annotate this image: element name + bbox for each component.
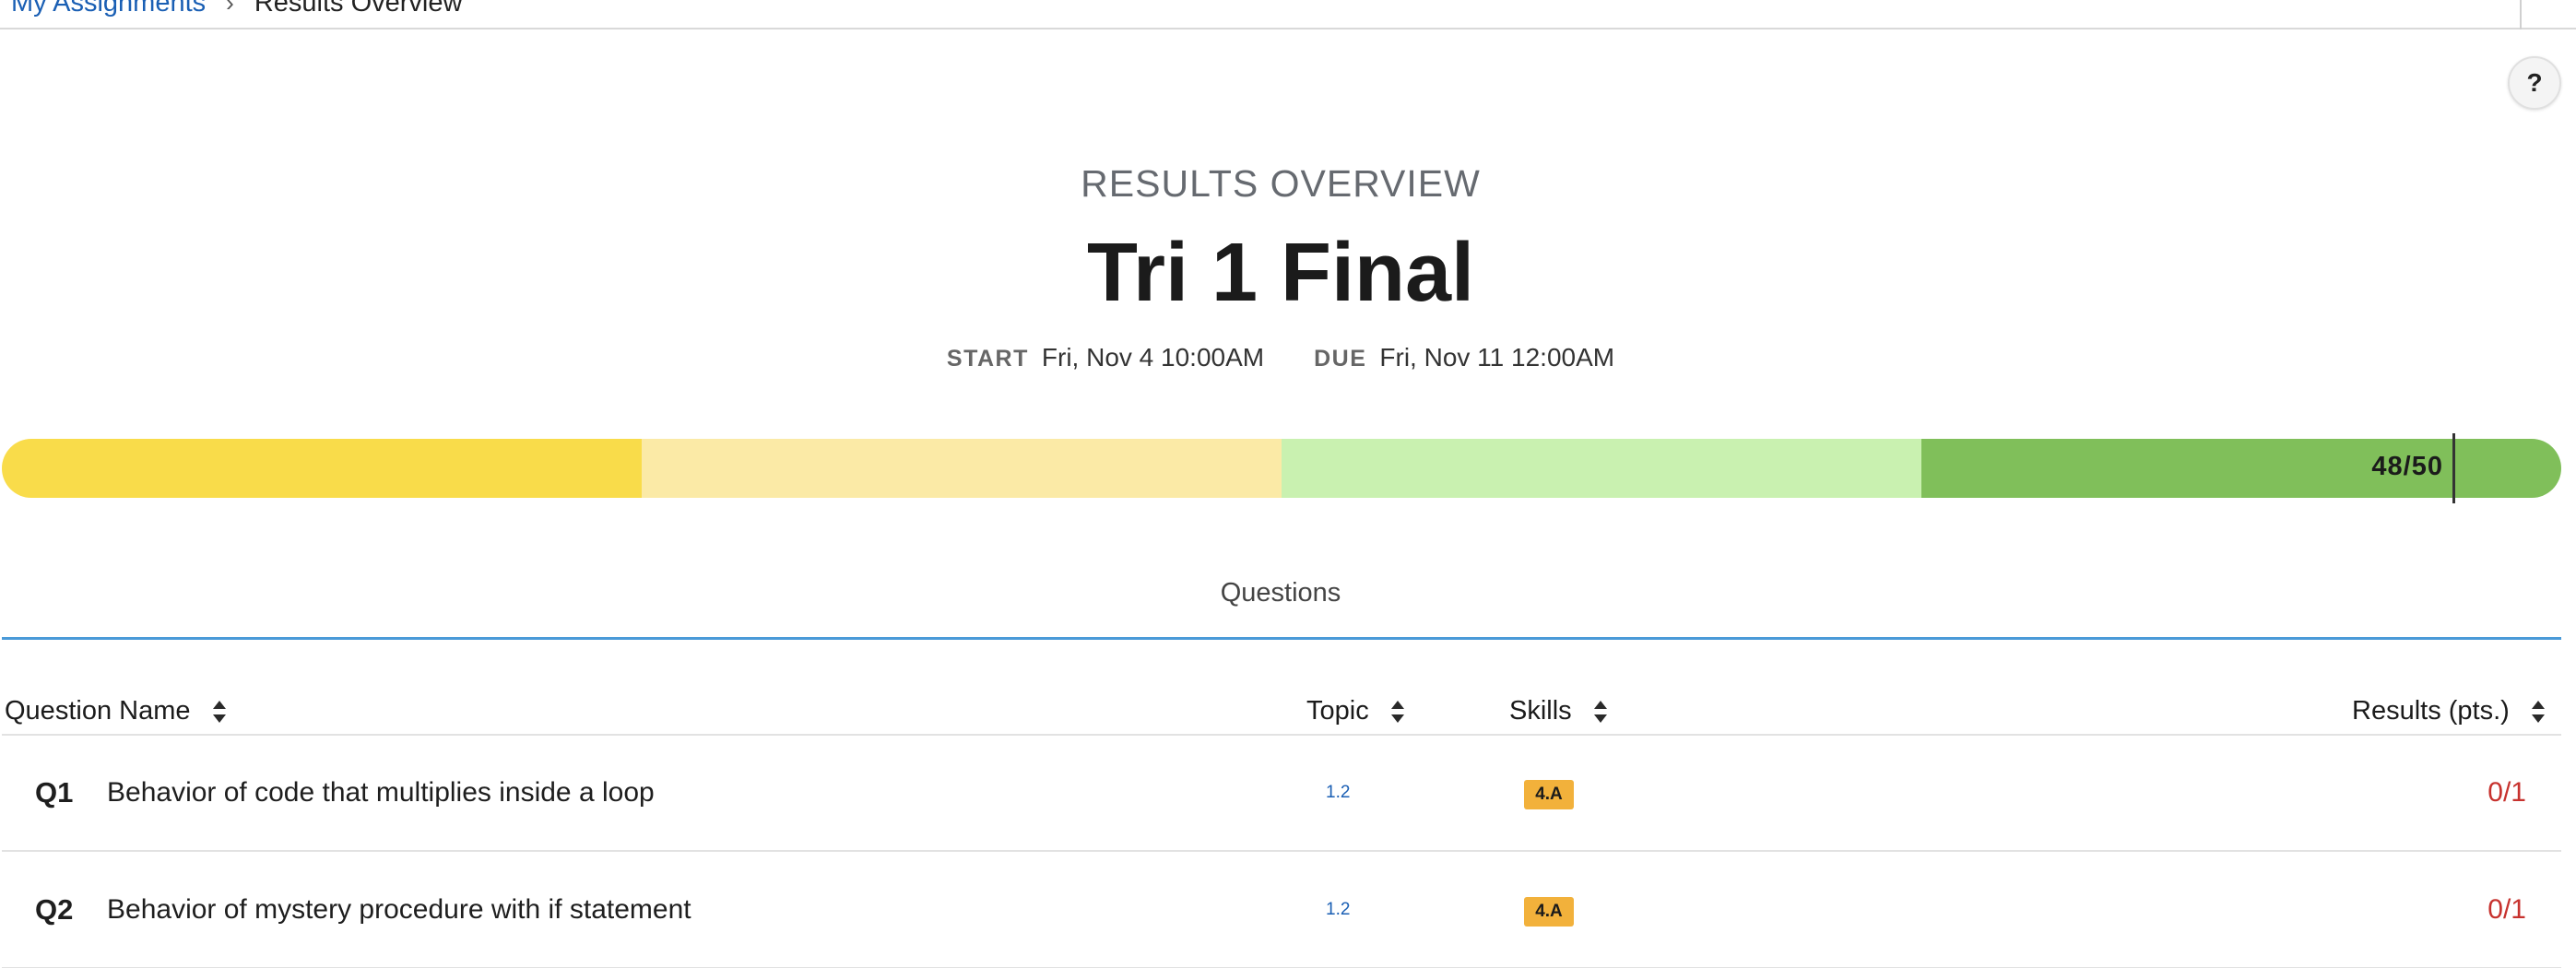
result-points: 0/1: [2487, 777, 2526, 808]
progress-segment-1: [2, 439, 642, 498]
start-label: START: [946, 346, 1029, 372]
question-number: Q1: [35, 776, 74, 809]
skill-badge: 4.A: [1524, 780, 1574, 809]
column-header-results[interactable]: Results (pts.): [2352, 696, 2545, 726]
help-button[interactable]: ?: [2508, 56, 2561, 110]
column-header-question-name[interactable]: Question Name: [5, 696, 226, 726]
breadcrumb: My Assignments › Results Overview: [11, 0, 462, 18]
sort-icon[interactable]: [1390, 700, 1404, 723]
column-header-topic[interactable]: Topic: [1306, 696, 1404, 726]
breadcrumb-separator-icon: ›: [226, 0, 234, 17]
page-eyebrow: RESULTS OVERVIEW: [1081, 162, 1481, 205]
due-date: Fri, Nov 11 12:00AM: [1379, 343, 1615, 372]
progress-segment-3: [1282, 439, 1921, 498]
sort-icon[interactable]: [2531, 700, 2545, 723]
due-label: DUE: [1314, 346, 1367, 372]
table-row[interactable]: Q2 Behavior of mystery procedure with if…: [2, 853, 2561, 968]
breadcrumb-bar: My Assignments › Results Overview: [0, 0, 2576, 30]
breadcrumb-current: Results Overview: [254, 0, 463, 18]
question-number: Q2: [35, 893, 74, 926]
topic-link[interactable]: 1.2: [1326, 736, 1350, 850]
question-name-link[interactable]: Behavior of mystery procedure with if st…: [107, 853, 691, 967]
score-value: 48/50: [2371, 452, 2443, 481]
topic-link[interactable]: 1.2: [1326, 853, 1350, 967]
progress-segment-4: [1921, 439, 2561, 498]
question-name-link[interactable]: Behavior of code that multiplies inside …: [107, 736, 655, 850]
sort-icon[interactable]: [1593, 700, 1607, 723]
topbar-divider: [2520, 0, 2522, 30]
tab-questions[interactable]: Questions: [0, 578, 2561, 608]
tab-underline: [2, 637, 2561, 640]
result-points: 0/1: [2487, 894, 2526, 925]
start-date: Fri, Nov 4 10:00AM: [1041, 343, 1265, 372]
skill-badge: 4.A: [1524, 897, 1574, 927]
progress-segment-2: [642, 439, 1282, 498]
table-row[interactable]: Q1 Behavior of code that multiplies insi…: [2, 736, 2561, 852]
column-header-label: Topic: [1306, 696, 1369, 726]
breadcrumb-my-assignments-link[interactable]: My Assignments: [11, 0, 206, 18]
score-marker: [2452, 433, 2455, 503]
column-header-label: Results (pts.): [2352, 696, 2510, 726]
column-header-label: Question Name: [5, 696, 191, 726]
column-header-label: Skills: [1509, 696, 1572, 726]
sort-icon[interactable]: [212, 700, 226, 723]
results-overview-page: My Assignments › Results Overview ? RESULT…: [0, 0, 2576, 968]
column-header-skills[interactable]: Skills: [1509, 696, 1607, 726]
assignment-dates: START Fri, Nov 4 10:00AM DUE Fri, Nov 11 12…: [0, 343, 2561, 372]
score-progress-bar: [2, 439, 2561, 498]
page-title: Tri 1 Final: [1086, 227, 1475, 319]
